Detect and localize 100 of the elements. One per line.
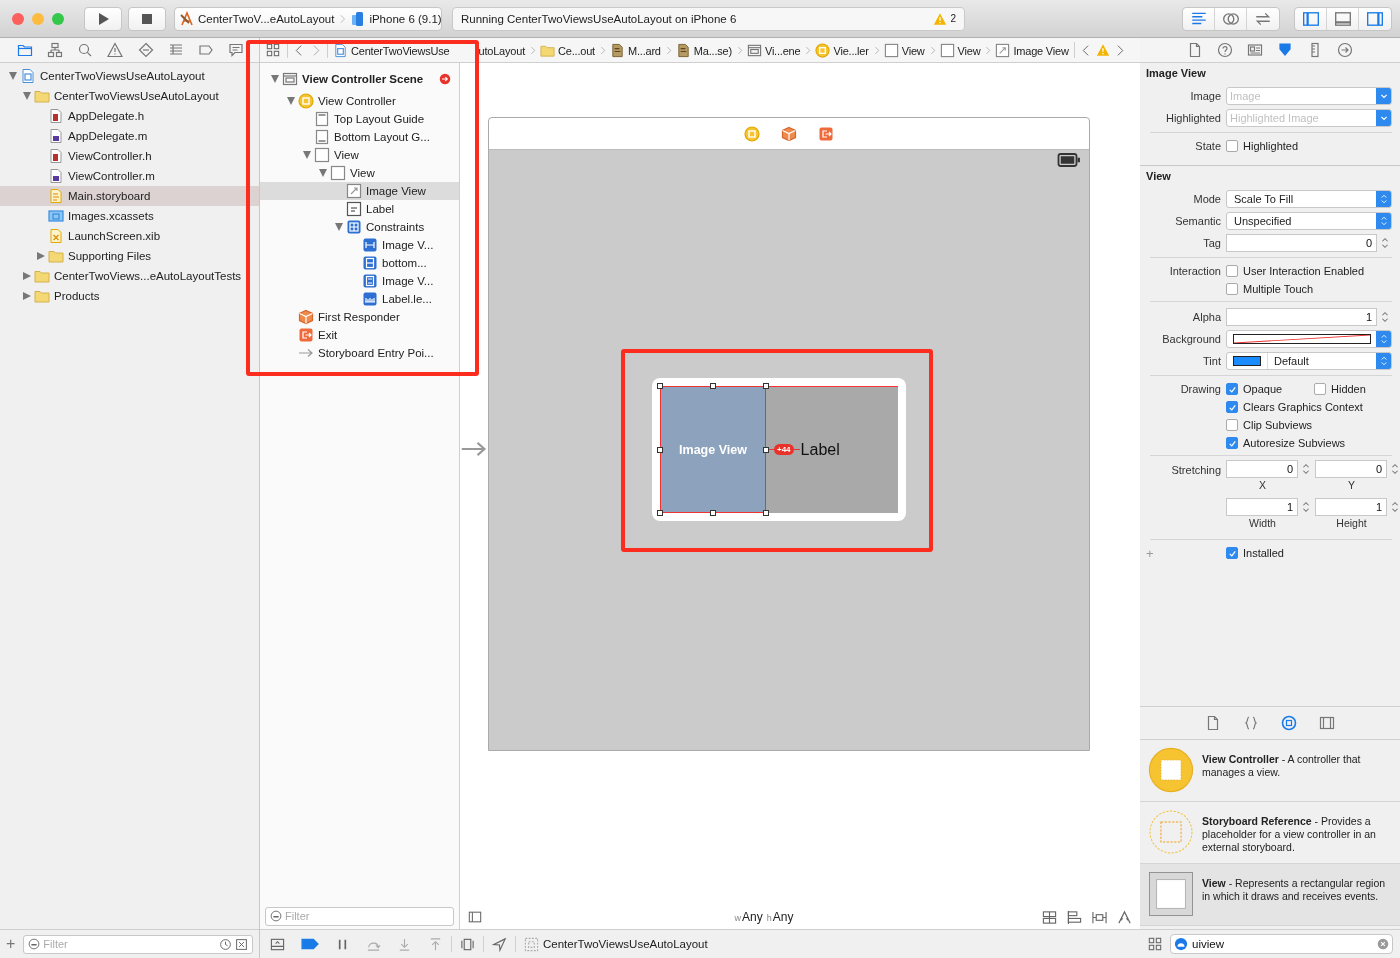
library-item[interactable]: View - Represents a rectangular region in which it draws and receives events. [1140, 864, 1400, 926]
field-label: Tint [1203, 355, 1221, 367]
combo-input[interactable]: Image [1227, 90, 1376, 102]
add-button[interactable]: + [6, 935, 16, 953]
file-tree-item[interactable]: AppDelegate.m [0, 126, 259, 146]
breadcrumb-item[interactable]: Ma...se) [693, 42, 732, 58]
checkbox[interactable]: Clip Subviews [1226, 419, 1314, 431]
number-field[interactable]: 1 [1226, 498, 1298, 516]
target-name[interactable]: CenterTwoViewsUseAutoLayout [543, 938, 708, 950]
outline-item[interactable]: Bottom Layout G... [260, 128, 459, 146]
field-label: Background [1162, 333, 1221, 345]
combo-box[interactable]: Image [1226, 87, 1392, 105]
size-class-prefix[interactable]: h [766, 913, 772, 923]
breadcrumb-item[interactable]: M...ard [627, 42, 661, 58]
file-tree-item[interactable]: LaunchScreen.xib [0, 226, 259, 246]
combo-input[interactable]: Highlighted Image [1227, 112, 1376, 124]
section-title: View [1146, 170, 1172, 182]
combo-box[interactable]: Highlighted Image [1226, 109, 1392, 127]
file-tree-item[interactable]: AppDelegate.h [0, 106, 259, 126]
file-tree-item[interactable]: CenterTwoViewsUseAutoLayout [0, 66, 259, 86]
warning-count[interactable]: 2 [950, 13, 956, 24]
number-field[interactable]: 1 [1315, 498, 1387, 516]
scene-title[interactable]: View Controller Scene [302, 73, 424, 85]
filter-input[interactable]: Filter [285, 910, 449, 922]
search-input[interactable]: uiview [1192, 938, 1373, 950]
number-field[interactable]: 1 [1226, 308, 1377, 326]
checkbox[interactable]: Hidden [1314, 383, 1400, 395]
outline-item[interactable]: Image V... [260, 236, 459, 254]
breadcrumb-item[interactable]: Image View [1013, 42, 1069, 58]
library-item[interactable]: View Controller - A controller that manages a view. [1140, 740, 1400, 802]
label-view[interactable]: +44 Label [766, 386, 898, 513]
breadcrumb-item[interactable]: View [901, 42, 925, 58]
size-class-value[interactable]: Any [772, 910, 794, 924]
filter-input[interactable]: Filter [43, 938, 216, 950]
field-label: Alpha [1192, 311, 1221, 323]
outline-item[interactable]: Top Layout Guide [260, 110, 459, 128]
search-field[interactable]: uiview [1170, 934, 1393, 954]
outline-item[interactable]: bottom... [260, 254, 459, 272]
outline-item[interactable]: First Responder [260, 308, 459, 326]
outline-item[interactable]: Label.le... [260, 290, 459, 308]
outline-item[interactable]: Image V... [260, 272, 459, 290]
number-field[interactable]: 0 [1226, 460, 1298, 478]
checkbox[interactable]: User Interaction Enabled [1226, 265, 1365, 277]
outline-item[interactable]: Image View [260, 182, 459, 200]
container-view[interactable]: Image View +44 Label [652, 378, 906, 521]
status-text: Running CenterTwoViewsUseAutoLayout on iPhone 6 [461, 12, 737, 25]
breadcrumb-item[interactable]: Vi...ene [764, 42, 801, 58]
field-label: State [1195, 140, 1221, 152]
checkbox[interactable]: Multiple Touch [1226, 283, 1314, 295]
field-label: Highlighted [1165, 112, 1221, 124]
outline-item[interactable]: Constraints [260, 218, 459, 236]
popup-button[interactable]: Scale To Fill [1226, 190, 1392, 208]
breadcrumb-item[interactable]: View [957, 42, 981, 58]
scheme-name[interactable]: CenterTwoV...eAutoLayout [198, 12, 335, 25]
field-caption: Height [1336, 517, 1367, 529]
breadcrumb-item[interactable]: CenterTwoViewsUse [351, 42, 450, 58]
outline-item[interactable]: Storyboard Entry Poi... [260, 344, 459, 362]
outline-item[interactable]: View [260, 146, 459, 164]
section-title: Image View [1146, 67, 1207, 79]
file-tree-item[interactable]: Main.storyboard [0, 186, 259, 206]
field-label: Semantic [1175, 215, 1221, 227]
field-label: Tag [1203, 237, 1221, 249]
field-caption: Width [1249, 517, 1276, 529]
field-label: Stretching [1171, 464, 1221, 476]
field-label: Image [1190, 90, 1221, 102]
label-text: Label [800, 440, 840, 459]
outline-item[interactable]: View Controller [260, 92, 459, 110]
field-caption: X [1259, 479, 1266, 491]
number-field[interactable]: 0 [1226, 234, 1377, 252]
device-name[interactable]: iPhone 6 (9.1) [369, 12, 442, 25]
size-class-prefix[interactable]: w [734, 913, 742, 923]
breadcrumb-item[interactable]: Vie...ler [833, 42, 869, 58]
file-tree-item[interactable]: ViewController.m [0, 166, 259, 186]
size-class-value[interactable]: Any [742, 910, 763, 924]
checkbox[interactable]: Opaque [1226, 383, 1314, 395]
checkbox[interactable]: Clears Graphics Context [1226, 401, 1363, 413]
popup-button[interactable]: Unspecified [1226, 212, 1392, 230]
field-caption: Y [1348, 479, 1355, 491]
file-tree-item[interactable]: Supporting Files [0, 246, 259, 266]
outline-item[interactable]: Exit [260, 326, 459, 344]
file-tree-item[interactable]: ViewController.h [0, 146, 259, 166]
scheme-selector[interactable]: CenterTwoV...eAutoLayout iPhone 6 (9.1) [174, 6, 442, 31]
checkbox[interactable]: Autoresize Subviews [1226, 437, 1346, 449]
file-tree-item[interactable]: Images.xcassets [0, 206, 259, 226]
filter-field[interactable]: Filter [265, 906, 454, 926]
number-field[interactable]: 0 [1315, 460, 1387, 478]
file-tree-item[interactable]: CenterTwoViews...eAutoLayoutTests [0, 266, 259, 286]
checkbox[interactable]: Installed [1226, 547, 1314, 559]
constraint-badge[interactable]: +44 [774, 444, 794, 455]
breadcrumb-item[interactable]: utoLayout [478, 42, 526, 58]
breadcrumb-item[interactable]: Ce...out [558, 42, 595, 58]
field-label: Mode [1193, 193, 1221, 205]
field-label: Drawing [1180, 383, 1221, 395]
checkbox[interactable]: Highlighted [1226, 140, 1314, 152]
field-label: Interaction [1169, 265, 1221, 277]
color-picker[interactable]: Default [1226, 352, 1392, 370]
file-tree-item[interactable]: Products [0, 286, 259, 306]
file-tree-item[interactable]: CenterTwoViewsUseAutoLayout [0, 86, 259, 106]
filter-field[interactable]: Filter [23, 934, 253, 954]
outline-item[interactable]: Label [260, 200, 459, 218]
